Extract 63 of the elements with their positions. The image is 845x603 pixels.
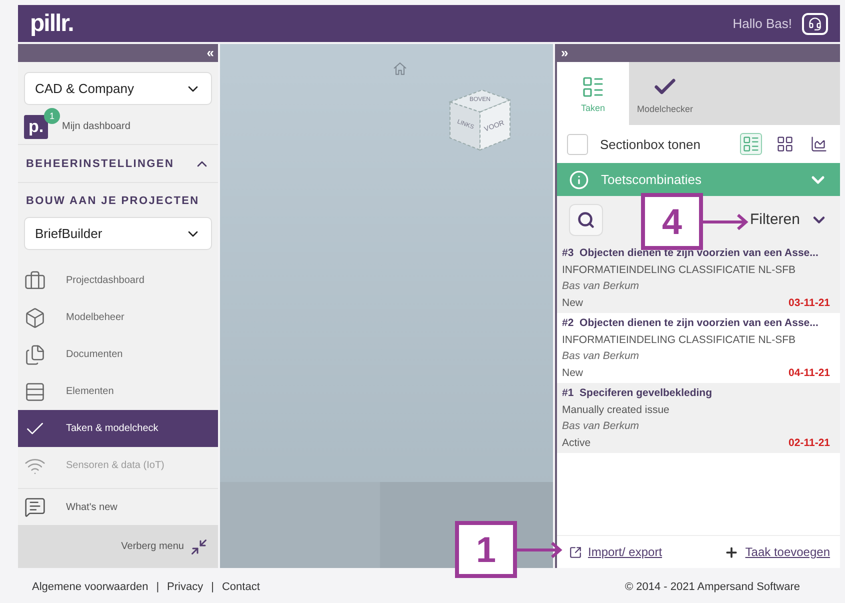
nav-item[interactable]: Taken & modelcheck	[18, 410, 218, 447]
task-date: 02-11-21	[788, 436, 830, 450]
separator: |	[211, 580, 214, 592]
section-header[interactable]: BEHEERINSTELLINGEN	[18, 145, 218, 183]
task-title: #1 Speciferen gevelbekleding	[562, 386, 713, 401]
app-logo: pillr.	[30, 10, 74, 38]
task-author: Bas van Berkum	[562, 349, 640, 364]
callout-arrow	[703, 212, 749, 232]
hide-menu-link[interactable]: Verberg menu	[121, 541, 184, 552]
callout-number: 4	[641, 193, 703, 250]
company-select[interactable]: CAD & Company	[24, 72, 212, 105]
expand-toggle[interactable]: »	[561, 44, 568, 62]
search-icon	[577, 210, 595, 228]
list-icon	[581, 74, 605, 98]
chart-icon	[810, 135, 828, 153]
project-select[interactable]: BriefBuilder	[24, 217, 212, 250]
collapse-toggle[interactable]: «	[206, 44, 214, 62]
separator: |	[156, 580, 160, 592]
notification-badge: 1	[44, 108, 60, 124]
task-item[interactable]: #1 Speciferen gevelbekleding Manually created issue Bas van Berkum Active 02-11-21	[557, 383, 840, 453]
section-heading: BOUW AAN JE PROJECTEN	[26, 195, 200, 207]
callout-number: 1	[455, 521, 517, 578]
cube-icon	[24, 306, 46, 328]
task-category: INFORMATIEINDELING CLASSIFICATIE NL-SFB	[562, 332, 797, 348]
plus-icon	[724, 544, 740, 560]
task-category: INFORMATIEINDELING CLASSIFICATIE NL-SFB	[562, 262, 797, 278]
shortcuts-label: Toetscombinaties	[601, 172, 702, 187]
copyright-text: © 2014 - 2021 Ampersand Software	[624, 580, 800, 592]
callout-arrow	[517, 540, 563, 560]
task-author: Bas van Berkum	[562, 419, 640, 434]
task-status: New	[562, 296, 584, 310]
collapse-icon[interactable]	[190, 538, 208, 556]
task-date: 03-11-21	[788, 296, 830, 310]
filter-dropdown[interactable]: Filteren	[750, 210, 828, 228]
nav-item[interactable]: Elementen	[18, 373, 218, 410]
task-date: 04-11-21	[788, 366, 830, 380]
nav-item[interactable]: Projectdashboard	[18, 262, 218, 299]
grid-icon	[776, 135, 794, 153]
briefcase-icon	[24, 270, 46, 292]
greeting: Hallo Bas!	[732, 16, 792, 31]
info-icon	[569, 170, 589, 190]
export-icon	[569, 546, 582, 558]
nav-item[interactable]: Documenten	[18, 336, 218, 373]
footer-link[interactable]: Contact	[222, 580, 260, 592]
footer-link[interactable]: Privacy	[167, 580, 204, 592]
footer-link[interactable]: Algemene voorwaarden	[32, 580, 148, 592]
task-title: #2 Objecten dienen te zijn voorzien van een Asse...	[562, 316, 820, 331]
search-button[interactable]	[569, 204, 603, 236]
tab[interactable]: Modelchecker	[629, 62, 701, 125]
nav-item[interactable]: Modelbeheer	[18, 299, 218, 336]
dashboard-link[interactable]: Mijn dashboard	[62, 121, 130, 132]
add-task-link[interactable]: Taak toevoegen	[724, 544, 830, 560]
task-category: Manually created issue	[562, 402, 670, 418]
task-status: New	[562, 366, 584, 380]
sectionbox-checkbox[interactable]	[567, 134, 588, 154]
documents-icon	[24, 344, 46, 366]
checkbox-label: Sectionbox tonen	[600, 136, 702, 152]
import-export-link[interactable]: Import/ export	[569, 545, 662, 559]
rows-icon	[24, 380, 46, 402]
message-icon	[24, 496, 46, 518]
task-author: Bas van Berkum	[562, 279, 640, 294]
list-icon	[742, 135, 760, 153]
task-status: Active	[562, 436, 591, 450]
